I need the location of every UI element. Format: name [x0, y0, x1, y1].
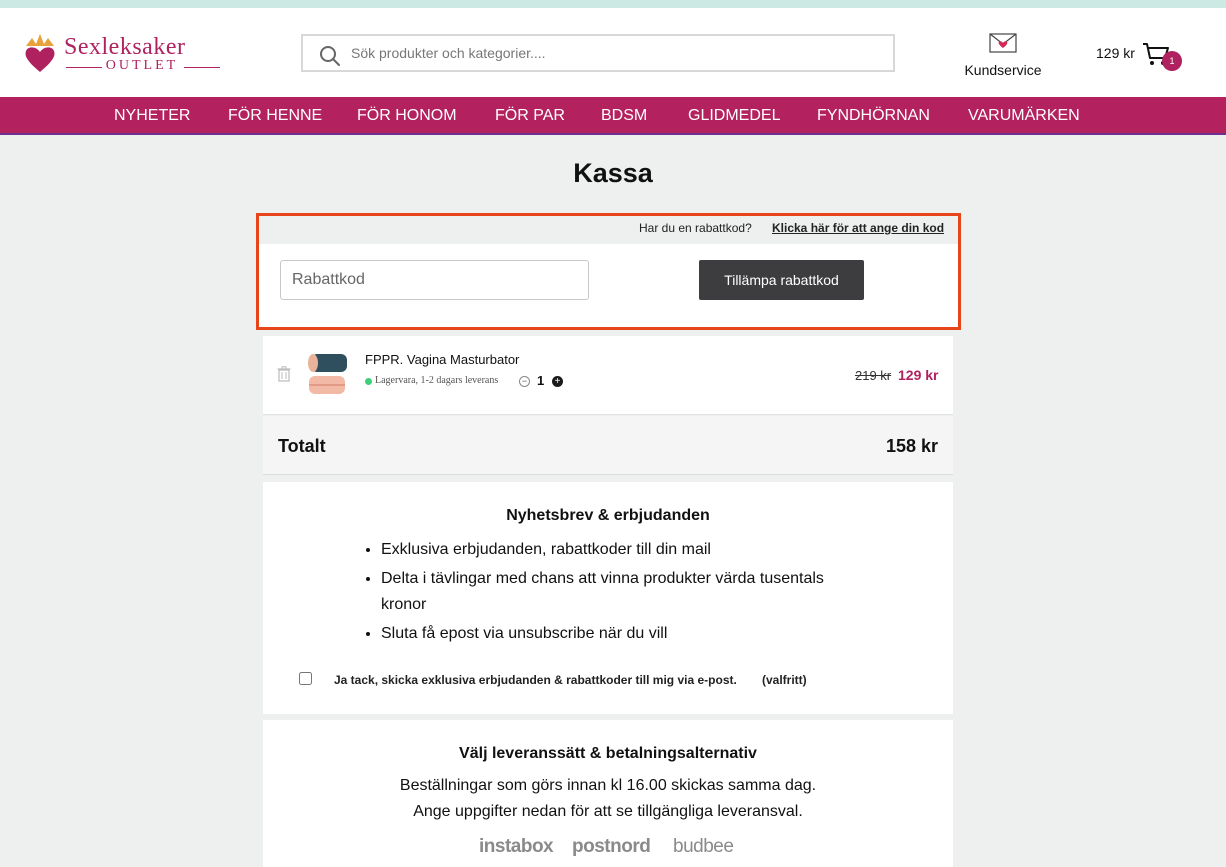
crown-heart-icon [25, 34, 55, 72]
plus-icon[interactable]: + [552, 376, 563, 387]
shipping-title: Välj leveranssätt & betalningsalternativ [459, 745, 757, 762]
mail-icon [989, 33, 1017, 53]
coupon-notice: Har du en rabattkod? Klicka här för att … [259, 216, 958, 244]
logo-rule-right [184, 67, 220, 68]
nav-item-for-henne[interactable]: FÖR HENNE [228, 107, 322, 125]
stock-status-text: Lagervara, 1-2 dagars leverans [375, 375, 499, 386]
newsletter-consent-label[interactable]: Ja tack, skicka exklusiva erbjudanden & … [334, 673, 737, 687]
page-title: Kassa [573, 158, 653, 188]
top-accent-strip [0, 0, 1226, 8]
order-total-row: Totalt 158 kr [263, 416, 953, 475]
list-item: Delta i tävlingar med chans att vinna pr… [381, 566, 851, 618]
cart-total: 129 kr [1096, 45, 1135, 61]
trash-icon[interactable] [277, 366, 291, 382]
nav-item-for-par[interactable]: FÖR PAR [495, 107, 565, 125]
newsletter-benefits: Exklusiva erbjudanden, rabattkoder till … [381, 537, 851, 650]
newsletter-optional-label: (valfritt) [762, 673, 807, 687]
coupon-toggle-link[interactable]: Klicka här för att ange din kod [772, 221, 944, 235]
total-label: Totalt [278, 436, 326, 456]
nav-item-varumarken[interactable]: VARUMÄRKEN [968, 107, 1080, 125]
coupon-section: Har du en rabattkod? Klicka här för att … [256, 213, 961, 330]
list-item: Sluta få epost via unsubscribe när du vi… [381, 621, 851, 647]
carrier-logo-budbee: budbee [673, 836, 734, 857]
quantity-value: 1 [537, 373, 545, 388]
nav-item-for-honom[interactable]: FÖR HONOM [357, 107, 457, 125]
stock-status-dot [365, 378, 372, 385]
newsletter-title: Nyhetsbrev & erbjudanden [506, 507, 710, 524]
minus-icon[interactable]: − [519, 376, 530, 387]
apply-coupon-button[interactable]: Tillämpa rabattkod [699, 260, 864, 300]
coupon-form: Tillämpa rabattkod [259, 244, 958, 327]
shipping-info-line-1: Beställningar som görs innan kl 16.00 sk… [399, 777, 817, 794]
price-original: 219 kr [855, 368, 892, 383]
customer-service-label: Kundservice [964, 62, 1042, 78]
customer-service-link[interactable]: Kundservice [950, 32, 1056, 82]
logo-subtitle: OUTLET [105, 58, 179, 73]
cart-item-row: FPPR. Vagina Masturbator Lagervara, 1-2 … [263, 336, 953, 415]
cart-count-badge: 1 [1162, 51, 1182, 71]
main-navigation: NYHETER FÖR HENNE FÖR HONOM FÖR PAR BDSM… [0, 97, 1226, 135]
nav-item-nyheter[interactable]: NYHETER [114, 107, 190, 125]
newsletter-section: Nyhetsbrev & erbjudanden Exklusiva erbju… [263, 482, 953, 714]
carrier-logo-postnord: postnord [572, 836, 651, 857]
carrier-logo-instabox: instabox [479, 836, 554, 857]
site-header: Sexleksaker OUTLET Kundservice 129 kr 1 [0, 8, 1226, 97]
shipping-info-line-2: Ange uppgifter nedan för att se tillgäng… [413, 803, 803, 820]
search-bar [301, 34, 895, 72]
nav-item-bdsm[interactable]: BDSM [601, 107, 647, 125]
newsletter-consent-checkbox[interactable] [299, 672, 312, 685]
cart-button[interactable]: 129 kr 1 [1088, 38, 1198, 78]
coupon-code-input[interactable] [280, 260, 589, 300]
product-image[interactable] [305, 352, 349, 398]
shipping-section: Välj leveranssätt & betalningsalternativ… [263, 720, 953, 867]
coupon-question: Har du en rabattkod? [639, 221, 752, 235]
search-input[interactable] [351, 36, 881, 70]
search-icon[interactable] [319, 45, 341, 67]
product-name[interactable]: FPPR. Vagina Masturbator [365, 352, 519, 367]
total-value: 158 kr [885, 436, 938, 456]
site-logo[interactable]: Sexleksaker OUTLET [22, 30, 222, 82]
nav-item-glidmedel[interactable]: GLIDMEDEL [688, 107, 780, 125]
price-sale: 129 kr [898, 367, 939, 383]
list-item: Exklusiva erbjudanden, rabattkoder till … [381, 537, 851, 563]
logo-wordmark: Sexleksaker [64, 34, 186, 60]
nav-item-fyndhornan[interactable]: FYNDHÖRNAN [817, 107, 930, 125]
